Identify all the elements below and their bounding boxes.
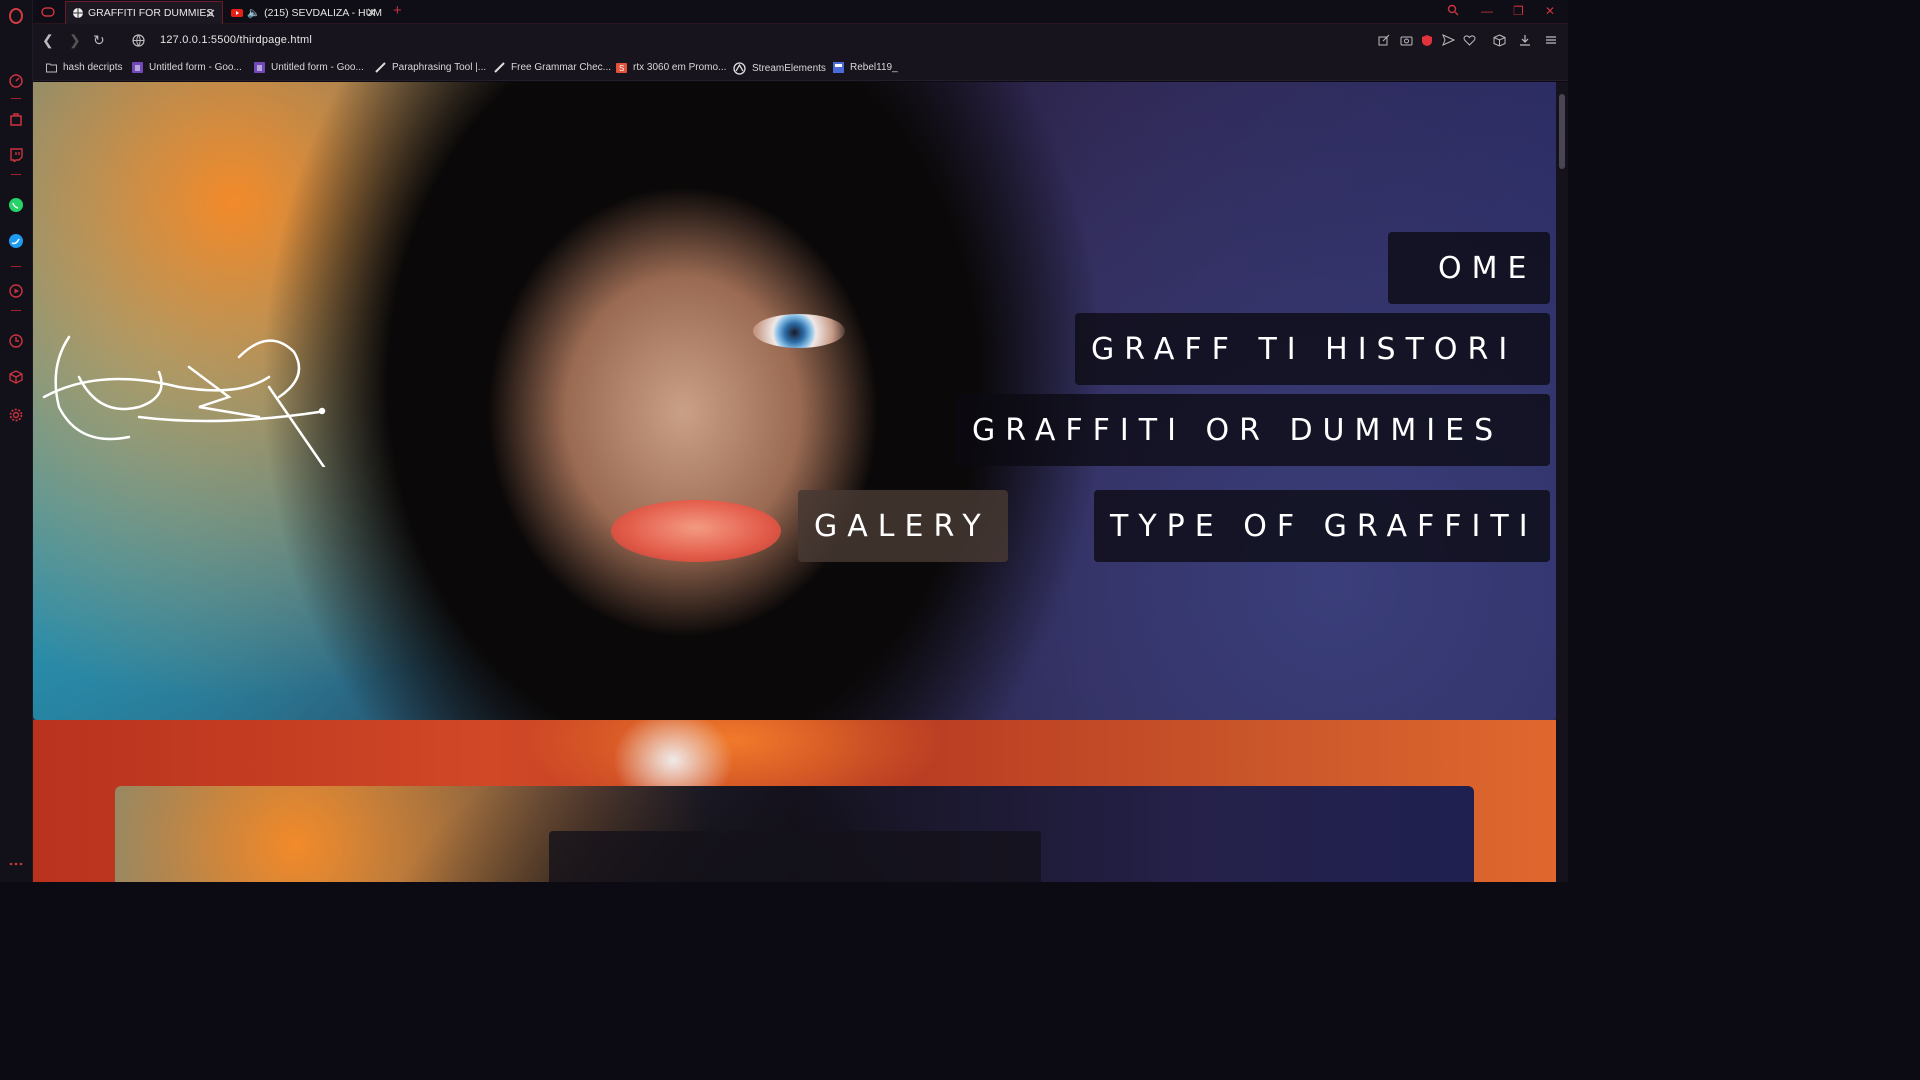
bookmark-item[interactable]: Untitled form - Goo... bbox=[254, 62, 364, 73]
forms-icon bbox=[254, 62, 265, 73]
tab-youtube[interactable]: 🔈 (215) SEVDALIZA - HUM ✕ bbox=[225, 1, 383, 24]
tab-bar: GRAFFITI FOR DUMMIES ✕ 🔈 (215) SEVDALIZA… bbox=[33, 0, 1568, 24]
bookmark-label: hash decripts bbox=[63, 62, 123, 73]
nav-history-label: GRAFF TI HISTORI bbox=[1091, 331, 1518, 367]
svg-text:S: S bbox=[619, 64, 624, 73]
site-info-globe-icon[interactable] bbox=[132, 34, 145, 52]
bookmark-label: Untitled form - Goo... bbox=[271, 62, 364, 73]
bookmark-label: Free Grammar Chec... bbox=[511, 62, 612, 73]
youtube-icon bbox=[231, 8, 243, 17]
close-tab-icon[interactable]: ✕ bbox=[366, 5, 377, 21]
mannequin-lips-image bbox=[611, 500, 781, 562]
bookmark-label: Untitled form - Goo... bbox=[149, 62, 242, 73]
nav-history-button[interactable]: GRAFF TI HISTORI bbox=[1075, 313, 1550, 385]
nav-types-label: TYPE OF GRAFFITI bbox=[1110, 508, 1538, 544]
snapshot-camera-icon[interactable] bbox=[1399, 33, 1413, 47]
menu-easy-setup-icon[interactable] bbox=[1544, 33, 1558, 47]
minimize-icon[interactable]: — bbox=[1481, 4, 1493, 18]
mannequin-eye-image bbox=[753, 314, 845, 348]
page-scrollbar[interactable] bbox=[1556, 82, 1568, 882]
nav-galery-button[interactable]: GALERY bbox=[798, 490, 1008, 562]
download-icon[interactable] bbox=[1518, 33, 1532, 47]
bookmark-item[interactable]: hash decripts bbox=[46, 62, 122, 73]
edit-icon[interactable] bbox=[1377, 33, 1391, 47]
bookmarks-bar: hash decripts Untitled form - Goo... Unt… bbox=[33, 58, 1568, 81]
sidebar-divider bbox=[11, 310, 21, 311]
forms-icon bbox=[132, 62, 143, 73]
extension-cube-icon[interactable] bbox=[1492, 33, 1506, 47]
tab-graffiti[interactable]: GRAFFITI FOR DUMMIES ✕ bbox=[65, 1, 223, 24]
bookmark-item[interactable]: Paraphrasing Tool |... bbox=[375, 62, 486, 73]
address-bar: ❮ ❯ ↻ 127.0.0.1:5500/thirdpage.html bbox=[33, 24, 1568, 58]
close-window-icon[interactable]: ✕ bbox=[1545, 4, 1555, 18]
hero-section: OME GRAFF TI HISTORI GRAFFITI OR DUMMIES… bbox=[33, 82, 1556, 720]
tab-title: GRAFFITI FOR DUMMIES bbox=[88, 7, 214, 19]
bookmark-item[interactable]: Free Grammar Chec... bbox=[494, 62, 611, 73]
globe-icon bbox=[73, 8, 83, 18]
sidebar-divider bbox=[11, 98, 21, 99]
whatsapp-icon[interactable] bbox=[8, 197, 24, 213]
twitch-icon[interactable] bbox=[8, 147, 24, 163]
graffiti-tag-logo bbox=[42, 335, 326, 467]
search-tabs-icon[interactable] bbox=[1447, 4, 1459, 19]
bookmark-label: Paraphrasing Tool |... bbox=[392, 62, 487, 73]
gamepad-icon[interactable] bbox=[41, 5, 55, 23]
card-nav-panel bbox=[549, 831, 1041, 882]
content-card bbox=[115, 786, 1474, 882]
tab-title: (215) SEVDALIZA - HUM bbox=[264, 6, 382, 19]
restore-icon[interactable]: ❐ bbox=[1513, 4, 1524, 18]
quill-icon bbox=[494, 62, 505, 73]
shop-icon: S bbox=[616, 63, 627, 73]
history-icon[interactable] bbox=[8, 333, 24, 349]
bookmark-item[interactable]: Untitled form - Goo... bbox=[132, 62, 242, 73]
streamelements-icon bbox=[733, 62, 746, 75]
back-arrow-icon[interactable]: ❮ bbox=[42, 32, 54, 49]
second-section bbox=[33, 720, 1556, 882]
sidebar-divider bbox=[11, 266, 21, 267]
more-dots-icon[interactable] bbox=[8, 856, 24, 872]
opera-sidebar bbox=[0, 0, 33, 882]
twitter-icon[interactable] bbox=[8, 233, 24, 249]
close-tab-icon[interactable]: ✕ bbox=[205, 6, 216, 22]
url-field[interactable]: 127.0.0.1:5500/thirdpage.html bbox=[160, 34, 312, 46]
nav-home-button[interactable]: OME bbox=[1388, 232, 1550, 304]
folder-icon bbox=[46, 63, 57, 73]
bookmark-label: Rebel119_ bbox=[850, 62, 898, 73]
reload-icon[interactable]: ↻ bbox=[93, 32, 105, 49]
player-icon[interactable] bbox=[8, 283, 24, 299]
settings-gear-icon[interactable] bbox=[8, 407, 24, 423]
extensions-cube-icon[interactable] bbox=[8, 369, 24, 385]
nav-home-label: OME bbox=[1438, 250, 1537, 286]
adblock-shield-icon[interactable] bbox=[1420, 33, 1434, 47]
sidebar-divider bbox=[11, 174, 21, 175]
shopping-bag-icon[interactable] bbox=[8, 111, 24, 127]
forward-arrow-icon[interactable]: ❯ bbox=[69, 32, 81, 49]
nav-dummies-label: GRAFFITI OR DUMMIES bbox=[972, 412, 1504, 448]
nav-galery-label: GALERY bbox=[814, 508, 991, 544]
opera-logo-icon[interactable] bbox=[8, 8, 24, 24]
scrollbar-thumb[interactable] bbox=[1559, 94, 1565, 169]
speed-dial-icon[interactable] bbox=[8, 73, 24, 89]
send-icon[interactable] bbox=[1441, 33, 1455, 47]
nav-dummies-button[interactable]: GRAFFITI OR DUMMIES bbox=[956, 394, 1550, 466]
nav-types-button[interactable]: TYPE OF GRAFFITI bbox=[1094, 490, 1550, 562]
page-viewport: OME GRAFF TI HISTORI GRAFFITI OR DUMMIES… bbox=[33, 82, 1556, 882]
quill-icon bbox=[375, 62, 386, 73]
speaker-icon[interactable]: 🔈 bbox=[247, 6, 260, 19]
page-icon bbox=[833, 62, 844, 73]
heart-icon[interactable] bbox=[1462, 33, 1476, 47]
bookmark-item[interactable]: S rtx 3060 em Promo... bbox=[616, 62, 726, 73]
new-tab-icon[interactable]: + bbox=[393, 2, 402, 19]
bookmark-item[interactable]: Rebel119_ bbox=[833, 62, 898, 73]
bookmark-item[interactable]: StreamElements bbox=[733, 62, 826, 75]
browser-window: GRAFFITI FOR DUMMIES ✕ 🔈 (215) SEVDALIZA… bbox=[0, 0, 1568, 882]
bookmark-label: StreamElements bbox=[752, 63, 826, 74]
bookmark-label: rtx 3060 em Promo... bbox=[633, 62, 727, 73]
